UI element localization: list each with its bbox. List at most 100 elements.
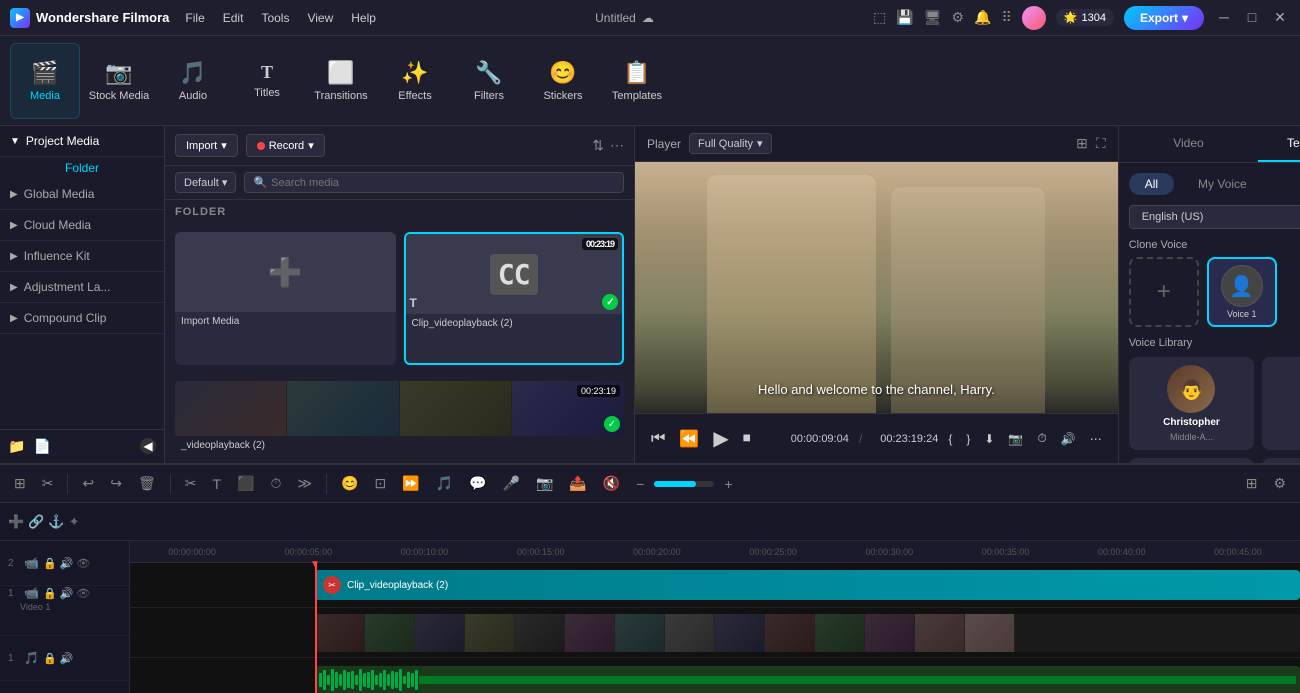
- clip-speed-button[interactable]: ⏩: [396, 471, 425, 496]
- eye-icon-1[interactable]: 👁: [76, 587, 90, 600]
- adjustment-layer-section[interactable]: ▶ Adjustment La...: [0, 272, 164, 303]
- folder-label[interactable]: Folder: [0, 157, 164, 179]
- plus-zoom-button[interactable]: +: [718, 472, 738, 496]
- text-button[interactable]: T: [206, 472, 227, 496]
- tool-audio[interactable]: 🎵 Audio: [158, 43, 228, 119]
- export-button[interactable]: Export ▾: [1124, 6, 1204, 30]
- quality-select[interactable]: Full Quality ▾: [689, 133, 772, 154]
- voice-card-ava[interactable]: 👩 NEW Ava Young En...: [1262, 458, 1300, 463]
- track-type-icon[interactable]: ✦: [69, 514, 80, 530]
- record-button[interactable]: Record ▾: [246, 134, 325, 157]
- record-voice-button[interactable]: 🎤: [497, 471, 526, 496]
- influence-kit-section[interactable]: ▶ Influence Kit: [0, 241, 164, 272]
- global-media-section[interactable]: ▶ Global Media: [0, 179, 164, 210]
- maximize-button[interactable]: □: [1242, 9, 1262, 26]
- video-frames[interactable]: [315, 614, 1300, 652]
- sub-tab-all[interactable]: All: [1129, 173, 1174, 195]
- crop-button[interactable]: ⬛: [231, 471, 260, 496]
- speed-button[interactable]: ⏱: [1033, 427, 1050, 450]
- link-icon[interactable]: ⚓: [48, 514, 64, 530]
- mark-out-button[interactable]: }: [962, 427, 974, 450]
- add-folder-icon[interactable]: 📁: [8, 438, 25, 455]
- menu-tools[interactable]: Tools: [261, 11, 289, 25]
- razor-tool-button[interactable]: ✂: [36, 471, 60, 496]
- minimize-button[interactable]: ─: [1214, 9, 1234, 26]
- playhead[interactable]: [315, 563, 317, 693]
- group-tracks-button[interactable]: ⊞: [8, 471, 32, 496]
- emoticon-button[interactable]: 😊: [335, 471, 364, 496]
- more-options-icon[interactable]: ⋯: [610, 137, 624, 154]
- add-track-icon[interactable]: ➕: [8, 514, 24, 530]
- sub-tab-my-voice[interactable]: My Voice: [1182, 173, 1263, 195]
- project-media-section[interactable]: ▼ Project Media: [0, 126, 164, 157]
- audio-mute-icon[interactable]: 🔊: [60, 652, 74, 665]
- delete-button[interactable]: 🗑: [132, 471, 162, 496]
- menu-view[interactable]: View: [307, 11, 333, 25]
- tool-titles[interactable]: T Titles: [232, 43, 302, 119]
- tl-settings-button[interactable]: ⚙: [1267, 471, 1292, 496]
- add-item-icon[interactable]: 📄: [33, 438, 50, 455]
- fullscreen-icon[interactable]: ⛶: [1096, 135, 1106, 152]
- settings-icon[interactable]: ⚙: [952, 9, 965, 26]
- subtitle-button[interactable]: 💬: [463, 471, 492, 496]
- add-clone-voice-button[interactable]: +: [1129, 257, 1199, 327]
- teal-clip[interactable]: ✂ Clip_videoplayback (2): [315, 570, 1300, 600]
- audio-mix-button[interactable]: 🎵: [430, 471, 459, 496]
- grid-icon[interactable]: ⠿: [1002, 9, 1012, 26]
- export-frame-button[interactable]: 📤: [563, 471, 592, 496]
- close-button[interactable]: ✕: [1270, 9, 1290, 26]
- voice-1-card[interactable]: 👤 Voice 1: [1207, 257, 1277, 327]
- snapshot-tl-button[interactable]: 📷: [530, 471, 559, 496]
- play-button[interactable]: ▶: [709, 422, 732, 455]
- menu-edit[interactable]: Edit: [223, 11, 244, 25]
- zoom-slider[interactable]: [654, 481, 714, 487]
- grid-view-icon[interactable]: ⊞: [1076, 135, 1088, 152]
- collapse-panel-button[interactable]: ◀: [140, 438, 156, 454]
- tab-video[interactable]: Video: [1119, 126, 1259, 162]
- language-select[interactable]: English (US): [1129, 205, 1300, 229]
- search-input[interactable]: [271, 177, 615, 189]
- voice-card-amanda[interactable]: 👩 NEW Amanda Young En...: [1262, 357, 1300, 450]
- voice-card-christopher[interactable]: 👨 Christopher Middle-A...: [1129, 357, 1255, 450]
- tool-stock-media[interactable]: 📷 Stock Media: [84, 43, 154, 119]
- tab-tts[interactable]: Text To Speech: [1258, 126, 1300, 162]
- mark-in-button[interactable]: {: [944, 427, 956, 450]
- lock-icon-2[interactable]: 🔒: [43, 557, 57, 570]
- magnet-icon[interactable]: 🔗: [28, 514, 44, 530]
- bell-icon[interactable]: 🔔: [974, 9, 991, 26]
- tool-effects[interactable]: ✨ Effects: [380, 43, 450, 119]
- stop-button[interactable]: ⏹: [739, 426, 755, 452]
- redo-button[interactable]: ↪: [104, 471, 128, 496]
- audio-icon-1[interactable]: 🔊: [60, 587, 74, 600]
- more-tl-button[interactable]: ≫: [291, 471, 318, 496]
- default-select[interactable]: Default ▾: [175, 172, 236, 193]
- voice-card-emma[interactable]: 👩 NEW Emma Middle-A...: [1129, 458, 1255, 463]
- cloud-media-section[interactable]: ▶ Cloud Media: [0, 210, 164, 241]
- step-back-button[interactable]: ⏪: [675, 425, 703, 453]
- compound-clip-section[interactable]: ▶ Compound Clip: [0, 303, 164, 334]
- split-button[interactable]: ⊡: [368, 471, 392, 496]
- undo-button[interactable]: ↩: [76, 471, 100, 496]
- import-media-card[interactable]: ➕ Import Media: [175, 232, 396, 365]
- import-button[interactable]: Import ▾: [175, 134, 238, 157]
- tool-stickers[interactable]: 😊 Stickers: [528, 43, 598, 119]
- add-to-timeline-button[interactable]: ⬇: [980, 427, 998, 450]
- tool-transitions[interactable]: ⬜ Transitions: [306, 43, 376, 119]
- tl-grid-button[interactable]: ⊞: [1240, 471, 1264, 496]
- user-avatar[interactable]: [1022, 6, 1046, 30]
- mute-button[interactable]: 🔇: [597, 471, 626, 496]
- menu-help[interactable]: Help: [351, 11, 376, 25]
- menu-file[interactable]: File: [185, 11, 204, 25]
- tool-media[interactable]: 🎬 Media: [10, 43, 80, 119]
- clip-videoplayback-card[interactable]: CC 00:23:19 T ✓ Clip_videoplayback (2): [404, 232, 625, 365]
- audio-waveform[interactable]: [315, 666, 1300, 693]
- speed-timeline-button[interactable]: ⏱: [264, 471, 287, 496]
- volume-button[interactable]: 🔊: [1057, 427, 1080, 450]
- tool-templates[interactable]: 📋 Templates: [602, 43, 672, 119]
- sort-icon[interactable]: ⇅: [592, 137, 604, 154]
- audio-lock-icon[interactable]: 🔒: [43, 652, 57, 665]
- cut-button[interactable]: ✂: [179, 471, 203, 496]
- audio-icon-2[interactable]: 🔊: [60, 557, 74, 570]
- eye-icon-2[interactable]: 👁: [76, 557, 90, 570]
- lock-icon-1[interactable]: 🔒: [43, 587, 57, 600]
